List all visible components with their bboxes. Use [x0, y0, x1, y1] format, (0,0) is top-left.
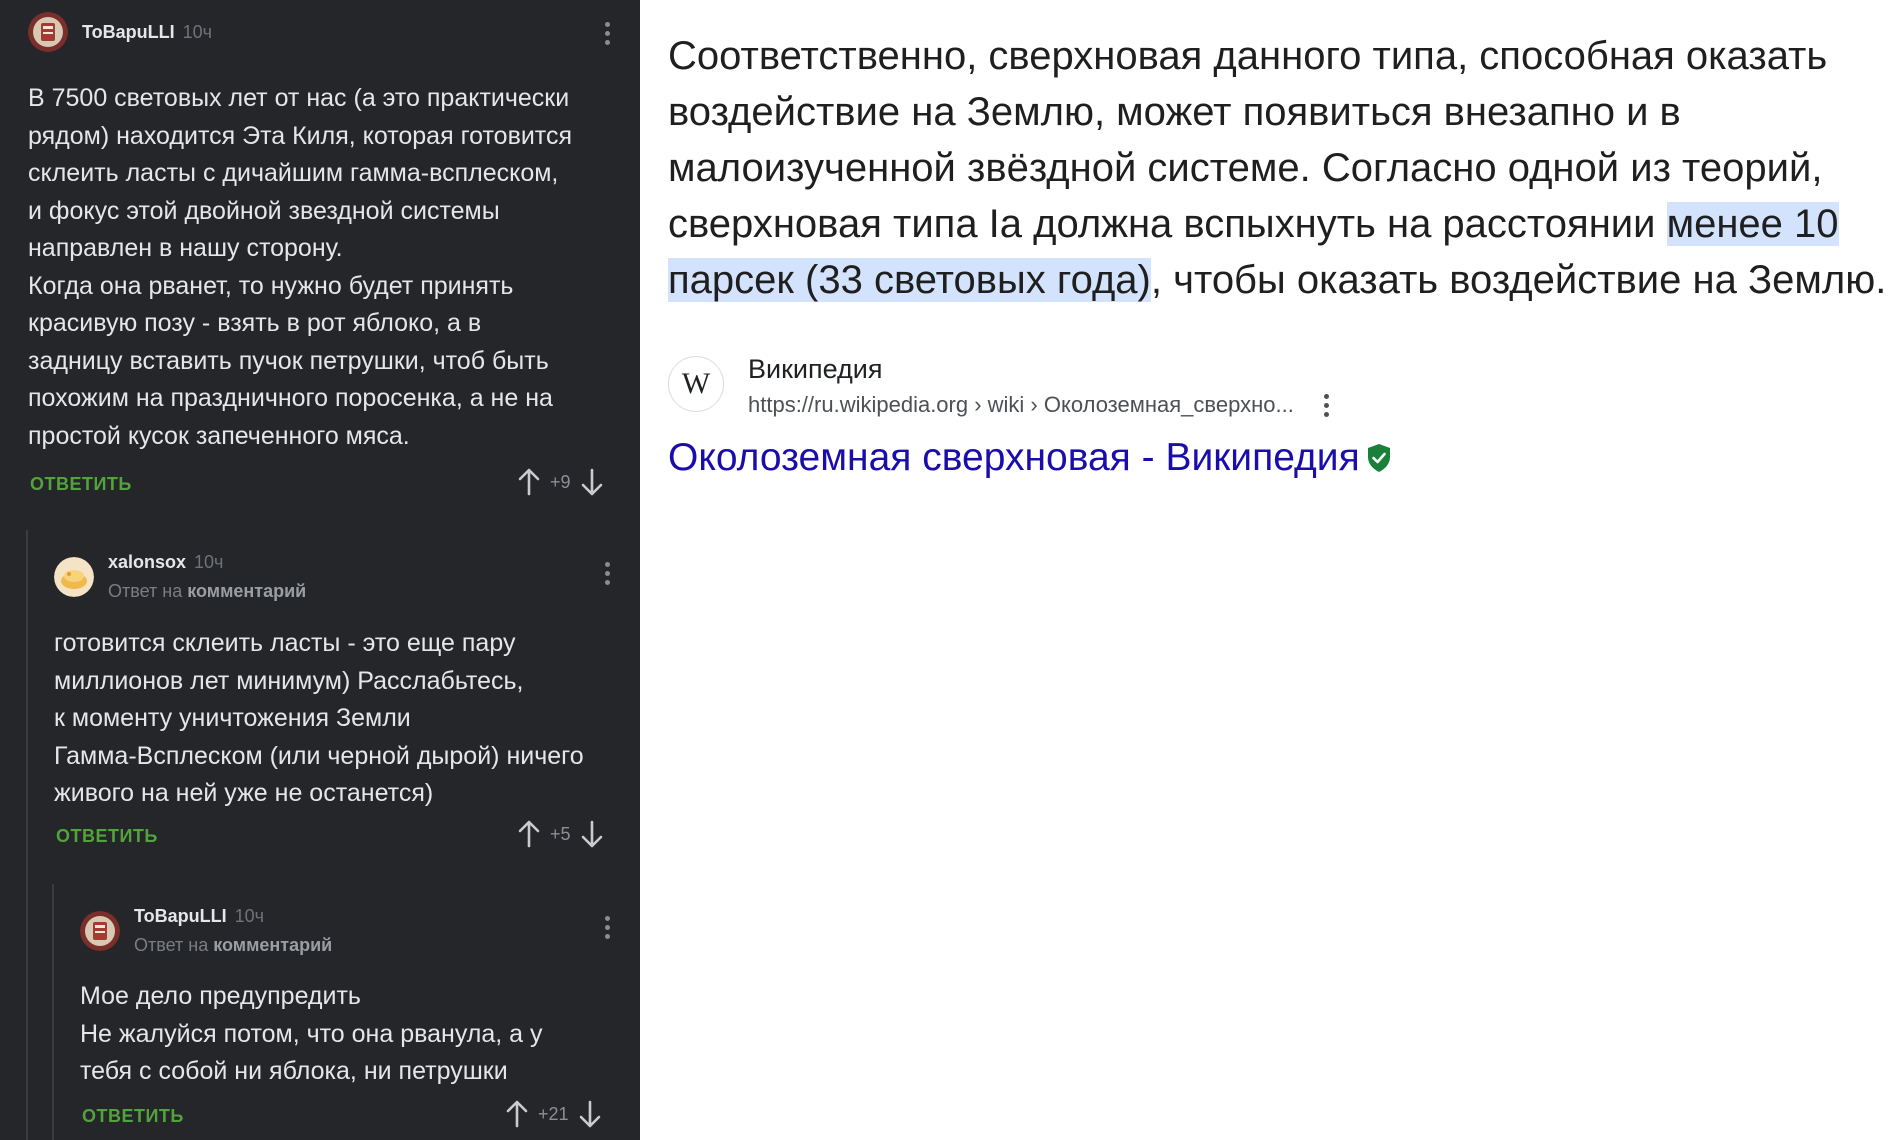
verified-shield-icon — [1366, 443, 1392, 473]
downvote-arrow-icon[interactable] — [581, 468, 603, 496]
result-title[interactable]: Околоземная сверхновая - Википедия — [668, 436, 1360, 480]
upvote-arrow-icon[interactable] — [506, 1100, 528, 1128]
comments-panel: ToBapuLLI 10ч В 7500 световых лет от нас… — [0, 0, 640, 1140]
vote-score: +5 — [550, 823, 571, 844]
comment-header: ToBapuLLI 10ч Ответ на комментарий — [80, 906, 332, 956]
reply-to-link[interactable]: комментарий — [213, 935, 332, 955]
result-title-link[interactable]: Околоземная сверхновая - Википедия — [668, 436, 1392, 480]
vote-score: +21 — [538, 1103, 569, 1124]
thread-line[interactable] — [52, 884, 54, 1140]
reply-to-line: Ответ на комментарий — [108, 581, 306, 602]
comment-header: xalonsox 10ч Ответ на комментарий — [54, 552, 306, 602]
comment-text: Мое дело предупредить Не жалуйся потом, … — [80, 982, 543, 1085]
downvote-arrow-icon[interactable] — [579, 1100, 601, 1128]
upvote-arrow-icon[interactable] — [518, 468, 540, 496]
reply-button[interactable]: ОТВЕТИТЬ — [82, 1106, 184, 1127]
result-source[interactable]: W Википедия https://ru.wikipedia.org › w… — [668, 352, 1329, 418]
avatar[interactable] — [54, 557, 94, 597]
avatar[interactable] — [28, 12, 68, 52]
source-url[interactable]: https://ru.wikipedia.org › wiki › Околоз… — [748, 392, 1294, 418]
more-options-icon[interactable] — [604, 22, 610, 45]
screenshot-root: ToBapuLLI 10ч В 7500 световых лет от нас… — [0, 0, 1896, 1140]
vote-controls: +5 — [518, 820, 603, 848]
reply-to-prefix: Ответ на — [108, 581, 183, 601]
vote-score: +9 — [550, 471, 571, 492]
vote-controls: +9 — [518, 468, 603, 496]
comment-text: готовится склеить ласты - это еще пару м… — [54, 629, 584, 807]
vote-controls: +21 — [506, 1100, 601, 1128]
author-name[interactable]: xalonsox — [108, 552, 186, 573]
comment-time: 10ч — [182, 21, 213, 42]
reply-to-line: Ответ на комментарий — [134, 935, 332, 956]
comment-time: 10ч — [194, 552, 224, 572]
result-snippet: Соответственно, сверхновая данного типа,… — [668, 28, 1888, 308]
more-options-icon[interactable] — [604, 916, 610, 939]
reply-to-prefix: Ответ на — [134, 935, 209, 955]
author-name[interactable]: ToBapuLLI — [82, 22, 175, 43]
comment-header: ToBapuLLI 10ч — [28, 12, 212, 52]
thread-line[interactable] — [26, 530, 28, 1140]
more-options-icon[interactable] — [1323, 393, 1329, 417]
more-options-icon[interactable] — [604, 562, 610, 585]
comment-text: В 7500 световых лет от нас (а это практи… — [28, 84, 573, 450]
author-name[interactable]: ToBapuLLI — [134, 906, 227, 927]
downvote-arrow-icon[interactable] — [581, 820, 603, 848]
search-result-panel: Соответственно, сверхновая данного типа,… — [640, 0, 1896, 1140]
reply-button[interactable]: ОТВЕТИТЬ — [30, 474, 132, 495]
reply-to-link[interactable]: комментарий — [187, 581, 306, 601]
comment-time: 10ч — [234, 906, 265, 926]
reply-button[interactable]: ОТВЕТИТЬ — [56, 826, 158, 847]
wikipedia-logo-icon: W — [668, 356, 724, 412]
upvote-arrow-icon[interactable] — [518, 820, 540, 848]
avatar[interactable] — [80, 911, 120, 951]
source-name[interactable]: Википедия — [748, 352, 1329, 386]
snippet-text-end: , чтобы оказать воздействие на Землю. — [1150, 258, 1887, 302]
snippet-text: Соответственно, сверхновая данного типа,… — [668, 34, 1828, 246]
